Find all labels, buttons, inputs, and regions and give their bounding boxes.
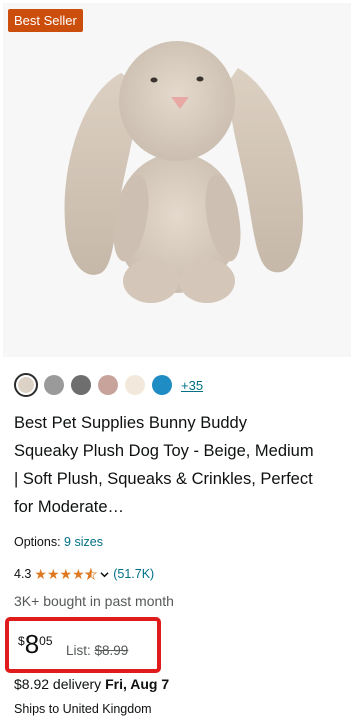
- product-card[interactable]: Best Seller +35 Best Pet Supplies Bunny …: [0, 0, 351, 725]
- options-sizes-link[interactable]: 9 sizes: [64, 535, 103, 549]
- price-highlight-box: $ 8 05 List: $8.99: [5, 617, 161, 673]
- swatch-color-1[interactable]: [14, 373, 38, 397]
- best-seller-badge: Best Seller: [8, 9, 83, 32]
- product-image[interactable]: [3, 3, 351, 357]
- star-icon: ★: [34, 566, 47, 582]
- list-price-value: $8.99: [94, 643, 129, 658]
- ships-to: Ships to United Kingdom: [14, 702, 152, 716]
- star-rating[interactable]: ★ ★ ★ ★ ★: [34, 566, 98, 582]
- price-fraction: 05: [39, 634, 53, 648]
- swatch-color-3[interactable]: [71, 375, 91, 395]
- chevron-down-icon[interactable]: [100, 570, 109, 579]
- delivery-info: $8.92 delivery Fri, Aug 7: [14, 676, 169, 692]
- star-icon: ★: [72, 566, 85, 582]
- price-currency: $: [18, 634, 25, 648]
- options-row: Options: 9 sizes: [14, 535, 103, 549]
- list-price-label: List:: [66, 643, 91, 658]
- bought-in-past-month: 3K+ bought in past month: [14, 593, 174, 609]
- delivery-date: Fri, Aug 7: [105, 676, 170, 692]
- swatch-color-6[interactable]: [152, 375, 172, 395]
- swatch-color-5[interactable]: [125, 375, 145, 395]
- price-whole: 8: [24, 629, 40, 659]
- color-swatches: +35: [14, 373, 203, 397]
- price[interactable]: $ 8 05: [18, 631, 53, 657]
- swatch-color-2[interactable]: [44, 375, 64, 395]
- list-price: List: $8.99: [66, 643, 128, 658]
- star-icon: ★: [59, 566, 73, 582]
- rating-value: 4.3: [14, 567, 32, 581]
- rating-row: 4.3 ★ ★ ★ ★ ★ (51.7K): [14, 566, 154, 582]
- star-icon: ★: [46, 566, 60, 582]
- review-count-link[interactable]: (51.7K): [113, 567, 154, 581]
- more-colors-link[interactable]: +35: [181, 378, 203, 393]
- swatch-color-4[interactable]: [98, 375, 118, 395]
- delivery-cost: $8.92 delivery: [14, 676, 102, 692]
- product-title[interactable]: Best Pet Supplies Bunny Buddy Squeaky Pl…: [14, 409, 314, 521]
- options-label: Options:: [14, 535, 61, 549]
- product-image-area[interactable]: Best Seller: [3, 3, 351, 357]
- half-star-icon: ★: [84, 566, 98, 582]
